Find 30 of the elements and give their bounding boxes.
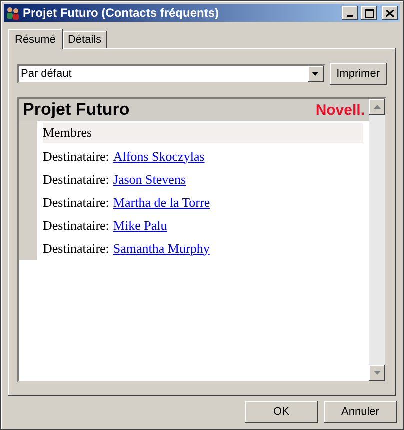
minimize-button[interactable]	[342, 6, 358, 20]
tab[interactable]: Résumé	[8, 29, 63, 49]
contact-link[interactable]: Martha de la Torre	[113, 194, 210, 210]
people-icon	[6, 6, 20, 20]
recipient-label: Destinataire:	[43, 240, 110, 256]
recipient-label: Destinataire:	[43, 172, 110, 188]
dialog-button[interactable]: OK	[245, 401, 318, 423]
close-icon	[386, 10, 394, 16]
view-dropdown[interactable]: Par défaut	[17, 64, 326, 84]
up-arrow-icon	[374, 105, 380, 109]
section-heading: Membres	[43, 123, 363, 143]
document-title: Projet Futuro	[23, 100, 130, 120]
window-title: Projet Futuro (Contacts fréquents)	[23, 6, 220, 20]
maximize-icon	[364, 8, 374, 18]
maximize-button[interactable]	[361, 6, 377, 20]
scrollbar[interactable]	[369, 99, 385, 381]
contact-link[interactable]: Samantha Murphy	[113, 240, 210, 256]
contact-link[interactable]: Jason Stevens	[113, 172, 186, 188]
logo: Novell.	[316, 102, 365, 118]
tab[interactable]: Détails	[62, 31, 107, 48]
contact-link[interactable]: Mike Palu	[113, 218, 168, 234]
dialog-button[interactable]: Annuler	[324, 401, 397, 423]
recipient-label: Destinataire:	[43, 218, 110, 234]
down-arrow-icon	[374, 371, 380, 375]
recipient-label: Destinataire:	[43, 194, 110, 210]
dropdown-arrow-icon	[312, 72, 320, 76]
close-button[interactable]	[382, 6, 398, 20]
recipient-label: Destinataire:	[43, 148, 110, 164]
print-button[interactable]: Imprimer	[330, 63, 387, 85]
contact-link[interactable]: Alfons Skoczylas	[113, 148, 205, 164]
